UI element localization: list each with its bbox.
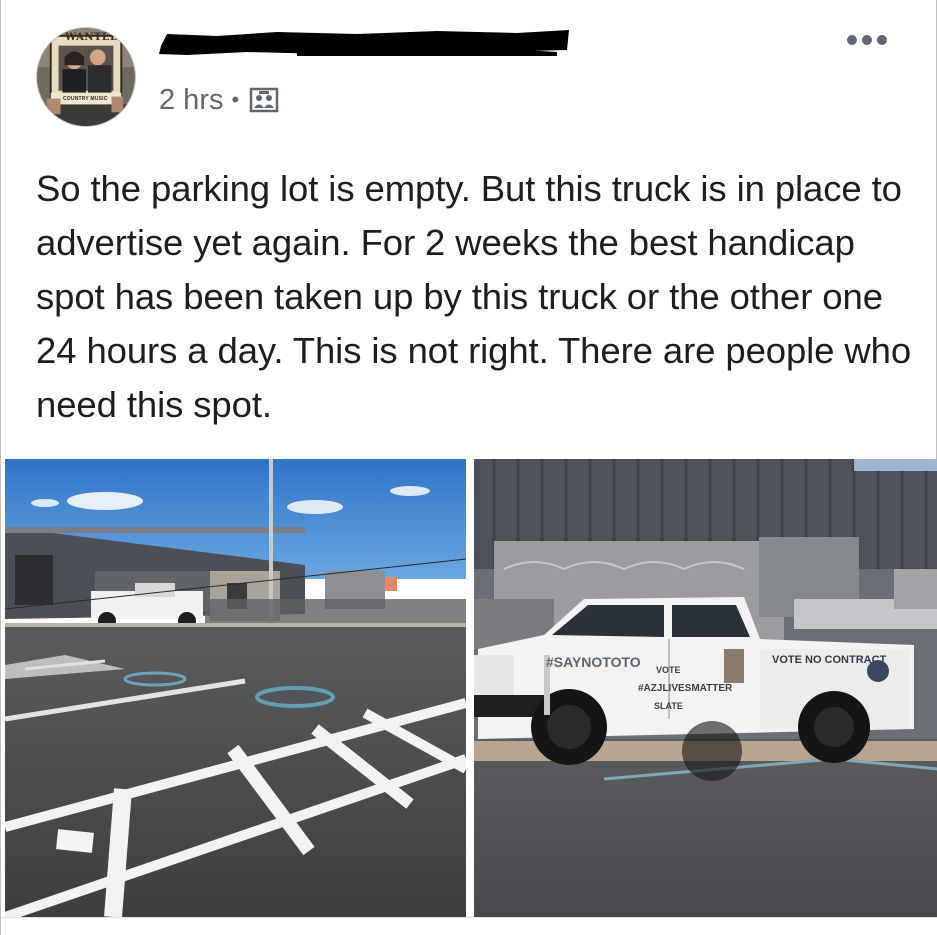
more-options-button[interactable] <box>839 24 895 56</box>
author-avatar[interactable]: WANTED COUNTRY MUSIC <box>36 27 136 127</box>
author-name-redacted[interactable] <box>157 28 571 56</box>
group-audience-icon[interactable] <box>249 85 279 115</box>
meta-separator: • <box>231 87 240 112</box>
more-options-icon <box>847 35 857 45</box>
truck-slate-decal: SLATE <box>654 701 683 711</box>
parking-lot-photo[interactable] <box>5 459 466 917</box>
truck-photo[interactable]: #SAYNOTOTO VOTE #AZJLIVESMATTER SLATE VO… <box>474 459 937 917</box>
truck-slogan-decal: #AZJLIVESMATTER <box>638 683 733 694</box>
post-footer-edge <box>1 917 937 935</box>
truck-hashtag-decal: #SAYNOTOTO <box>546 654 641 670</box>
post-meta: 2 hrs • <box>159 80 279 120</box>
facebook-post: WANTED COUNTRY MUSIC 2 hrs • So the park… <box>0 0 937 935</box>
post-body-text: So the parking lot is empty. But this tr… <box>36 168 912 425</box>
avatar-sign-text: WANTED <box>65 32 120 43</box>
post-timestamp[interactable]: 2 hrs <box>159 84 223 117</box>
truck-vote-decal: VOTE <box>656 665 681 675</box>
redaction-mark <box>159 30 569 56</box>
avatar-frame-caption: COUNTRY MUSIC <box>63 96 108 102</box>
